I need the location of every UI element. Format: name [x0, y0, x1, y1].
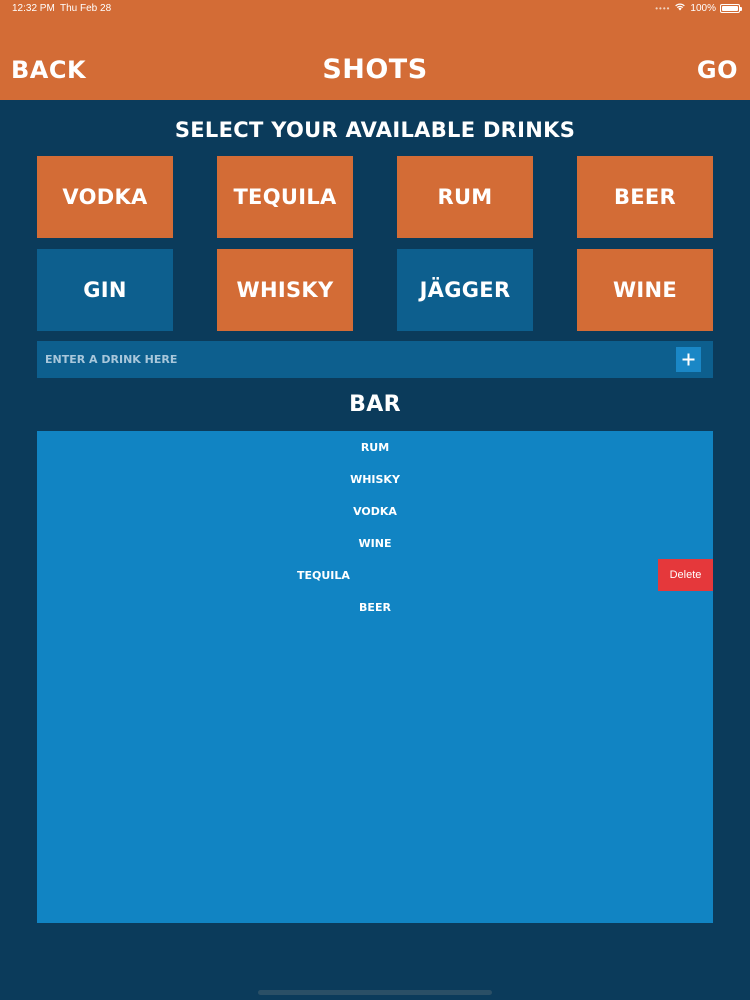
drink-toggle-rum[interactable]: RUM	[397, 156, 533, 238]
bar-heading: BAR	[349, 392, 401, 417]
status-time: 12:32 PM	[12, 3, 55, 14]
drink-toggle-jagger[interactable]: JÄGGER	[397, 249, 533, 331]
add-drink-row	[37, 341, 713, 378]
bar-list-item[interactable]: WINE	[37, 527, 713, 559]
select-drinks-heading: SELECT YOUR AVAILABLE DRINKS	[174, 118, 576, 142]
bar-list-item-swiped[interactable]: TEQUILA Delete	[37, 559, 713, 591]
signal-dots-icon: ••••	[655, 3, 671, 13]
bar-list-item[interactable]: WHISKY	[37, 463, 713, 495]
status-indicators: •••• 100%	[655, 2, 742, 14]
battery-icon	[720, 3, 742, 13]
drink-toggle-beer[interactable]: BEER	[577, 156, 713, 238]
drink-name-input[interactable]	[37, 341, 657, 378]
bar-list[interactable]: RUM WHISKY VODKA WINE TEQUILA Delete BEE…	[37, 431, 713, 923]
drink-toggle-vodka[interactable]: VODKA	[37, 156, 173, 238]
battery-percent: 100%	[690, 2, 716, 14]
plus-icon	[682, 353, 695, 366]
bar-item-label: WHISKY	[350, 472, 400, 486]
delete-button[interactable]: Delete	[658, 559, 713, 591]
bar-list-item[interactable]: BEER	[37, 591, 713, 623]
bar-list-item[interactable]: VODKA	[37, 495, 713, 527]
bar-item-label: BEER	[359, 600, 391, 614]
home-indicator[interactable]	[258, 990, 492, 995]
drink-toggle-tequila[interactable]: TEQUILA	[217, 156, 353, 238]
bar-item-label: RUM	[360, 440, 390, 454]
status-bar: 12:32 PM Thu Feb 28 •••• 100%	[0, 0, 750, 20]
navigation-bar: BACK SHOTS GO	[0, 20, 750, 100]
drink-toggle-wine[interactable]: WINE	[577, 249, 713, 331]
add-drink-button[interactable]	[676, 347, 701, 372]
bar-item-label: VODKA	[353, 504, 397, 518]
status-date: Thu Feb 28	[60, 3, 112, 14]
wifi-icon	[674, 2, 686, 14]
drink-toggle-whisky[interactable]: WHISKY	[217, 249, 353, 331]
bar-item-label: WINE	[358, 536, 392, 550]
drink-toggle-gin[interactable]: GIN	[37, 249, 173, 331]
bar-list-item[interactable]: RUM	[37, 431, 713, 463]
go-button[interactable]: GO	[697, 56, 738, 84]
page-title: SHOTS	[322, 54, 428, 85]
bar-item-label: TEQUILA	[297, 568, 350, 582]
